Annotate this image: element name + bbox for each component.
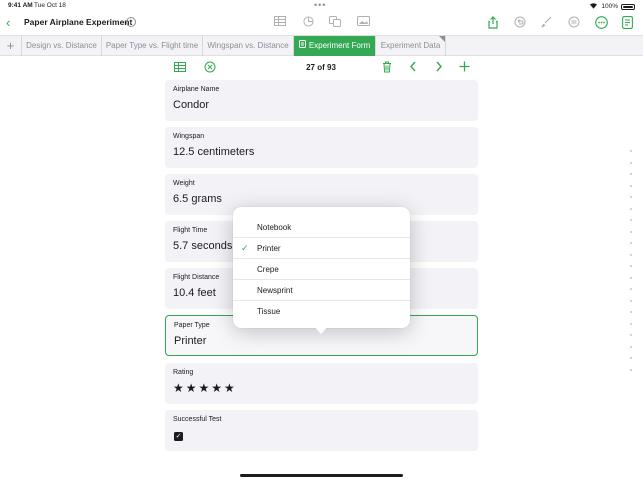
option-label: Printer: [257, 244, 281, 253]
paper-type-popover: Notebook ✓ Printer Crepe Newsprint Tissu…: [233, 207, 410, 328]
add-sheet-button[interactable]: +: [0, 36, 22, 56]
status-date: Tue Oct 18: [34, 2, 66, 9]
field-airplane-name[interactable]: Airplane Name Condor: [165, 80, 478, 121]
format-icon[interactable]: [567, 16, 581, 30]
battery-percent: 100%: [601, 3, 618, 10]
field-wingspan[interactable]: Wingspan 12.5 centimeters: [165, 127, 478, 168]
field-label: Successful Test: [173, 416, 222, 423]
wifi-icon: [589, 2, 598, 11]
field-value[interactable]: 12.5 centimeters: [173, 146, 254, 158]
field-value[interactable]: 6.5 grams: [173, 193, 222, 205]
document-icon[interactable]: [620, 16, 634, 30]
field-successful-test[interactable]: Successful Test ✓: [165, 410, 478, 451]
tab-wingspan-vs-distance[interactable]: Wingspan vs. Distance: [203, 36, 294, 56]
tab-paper-type-vs-flight-time[interactable]: Paper Type vs. Flight time: [102, 36, 203, 56]
chart-icon[interactable]: [301, 16, 315, 30]
tab-experiment-form[interactable]: Experiment Form: [294, 36, 376, 56]
sheet-tabbar: + Design vs. Distance Paper Type vs. Fli…: [0, 35, 643, 56]
field-label: Wingspan: [173, 133, 205, 140]
table-icon[interactable]: [273, 16, 287, 30]
status-time: 9:41 AM: [8, 2, 33, 9]
field-rating[interactable]: Rating ★★★★★: [165, 363, 478, 404]
edit-form-icon[interactable]: [203, 61, 217, 75]
option-label: Newsprint: [257, 286, 293, 295]
field-value[interactable]: Printer: [174, 335, 206, 347]
tab-experiment-data-label: Experiment Data: [380, 41, 441, 50]
option-label: Notebook: [257, 223, 292, 232]
share-icon[interactable]: [486, 16, 500, 30]
more-icon[interactable]: [594, 16, 608, 30]
field-value[interactable]: 5.7 seconds: [173, 240, 232, 252]
record-counter: 27 of 93: [306, 63, 336, 72]
popover-option-crepe[interactable]: Crepe: [233, 259, 410, 280]
back-chevron-icon[interactable]: ‹: [6, 16, 10, 29]
star-rating[interactable]: ★★★★★: [173, 381, 237, 395]
undo-icon[interactable]: [513, 16, 527, 30]
option-label: Crepe: [257, 265, 279, 274]
successful-test-checkbox[interactable]: ✓: [174, 432, 183, 441]
field-label: Weight: [173, 180, 195, 187]
next-record-chevron-icon[interactable]: [432, 61, 446, 75]
field-label: Flight Distance: [173, 274, 220, 281]
toolbar: ‹ Paper Airplane Experiment ⌄: [0, 12, 643, 34]
trash-icon[interactable]: [380, 61, 394, 75]
status-bar: 9:41 AM Tue Oct 18 ••• 100%: [0, 0, 643, 12]
tab-experiment-form-label: Experiment Form: [308, 41, 371, 50]
media-icon[interactable]: [356, 16, 370, 30]
battery-icon: [621, 3, 635, 10]
popover-option-tissue[interactable]: Tissue: [233, 301, 410, 322]
popover-option-newsprint[interactable]: Newsprint: [233, 280, 410, 301]
field-label: Paper Type: [174, 322, 210, 329]
option-label: Tissue: [257, 307, 281, 316]
brush-icon[interactable]: [540, 16, 554, 30]
checkmark-icon: ✓: [241, 243, 249, 253]
tab-experiment-data[interactable]: Experiment Data: [376, 36, 446, 56]
document-title[interactable]: Paper Airplane Experiment: [24, 17, 132, 27]
field-label: Airplane Name: [173, 86, 220, 93]
multitasking-dots-icon[interactable]: •••: [314, 0, 326, 10]
field-label: Flight Time: [173, 227, 208, 234]
title-menu-chevron-icon[interactable]: ⌄: [126, 17, 136, 27]
tab-design-vs-distance[interactable]: Design vs. Distance: [22, 36, 102, 56]
popover-option-printer[interactable]: ✓ Printer: [233, 238, 410, 259]
scroll-index-dots[interactable]: [630, 150, 634, 380]
status-right: 100%: [589, 2, 635, 11]
table-view-icon[interactable]: [173, 61, 187, 75]
popover-option-notebook[interactable]: Notebook: [233, 217, 410, 238]
shapes-icon[interactable]: [328, 16, 342, 30]
popover-arrow: [314, 326, 328, 334]
tab-corner-marker: [439, 36, 445, 42]
previous-record-chevron-icon[interactable]: [406, 61, 420, 75]
form-icon: [298, 36, 306, 56]
home-indicator[interactable]: [240, 474, 403, 477]
field-label: Rating: [173, 369, 194, 376]
field-value[interactable]: Condor: [173, 99, 209, 111]
record-navigation: 27 of 93: [165, 59, 478, 77]
field-value[interactable]: 10.4 feet: [173, 287, 216, 299]
add-record-icon[interactable]: [457, 61, 471, 75]
